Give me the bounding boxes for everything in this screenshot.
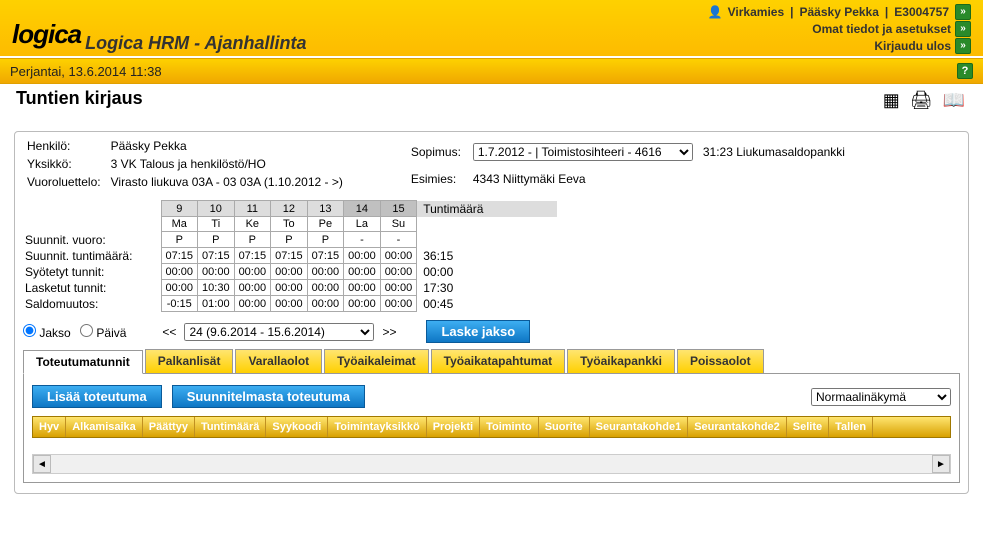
tab-poissaolot[interactable]: Poissaolot bbox=[677, 349, 764, 373]
person-label: Henkilö: bbox=[23, 138, 105, 154]
book-icon[interactable]: 📖 bbox=[943, 90, 965, 111]
tab-panel: Lisää toteutuma Suunnitelmasta toteutuma… bbox=[23, 373, 960, 483]
user-icon: 👤 bbox=[708, 5, 722, 19]
logout-link[interactable]: Kirjaudu ulos bbox=[874, 39, 951, 53]
col-selite[interactable]: Selite bbox=[787, 417, 829, 437]
col-tallen[interactable]: Tallen bbox=[829, 417, 873, 437]
page-title: Tuntien kirjaus bbox=[16, 84, 143, 117]
person-value: Pääsky Pekka bbox=[107, 138, 347, 154]
col-toiminto[interactable]: Toiminto bbox=[480, 417, 539, 437]
week-grid: 9 10 11 12 13 14 15 Tuntimäärä Ma Ti Ke … bbox=[21, 200, 962, 312]
tabs: Toteutumatunnit Palkanlisät Varallaolot … bbox=[23, 349, 960, 374]
info-mid: Sopimus: 1.7.2012 - | Toimistosihteeri -… bbox=[405, 136, 851, 192]
period-select[interactable]: 24 (9.6.2014 - 15.6.2014) bbox=[184, 323, 374, 341]
col-hyv[interactable]: Hyv bbox=[33, 417, 66, 437]
day-14[interactable]: 14 bbox=[344, 201, 381, 217]
balance-label: Saldomuutos: bbox=[21, 296, 161, 312]
settings-link[interactable]: Omat tiedot ja asetukset bbox=[812, 22, 951, 36]
logout-forward-icon[interactable]: » bbox=[955, 38, 971, 54]
col-seurantakohde1[interactable]: Seurantakohde1 bbox=[590, 417, 689, 437]
unit-value: 3 VK Talous ja henkilöstö/HO bbox=[107, 156, 347, 172]
header-right: 👤 Virkamies | Pääsky Pekka | E3004757 » … bbox=[708, 4, 971, 54]
day-9[interactable]: 9 bbox=[161, 201, 198, 217]
supervisor-label: Esimies: bbox=[407, 168, 467, 190]
tab-tyoaikapankki[interactable]: Työaikapankki bbox=[567, 349, 675, 373]
period-prev-button[interactable]: << bbox=[160, 325, 178, 339]
main-card: Henkilö:Pääsky Pekka Yksikkö:3 VK Talous… bbox=[14, 131, 969, 494]
column-headers: Hyv Alkamisaika Päättyy Tuntimäärä Syyko… bbox=[32, 416, 951, 438]
day-10[interactable]: 10 bbox=[198, 201, 235, 217]
scroll-left-icon[interactable]: ◄ bbox=[33, 455, 51, 473]
contract-label: Sopimus: bbox=[407, 138, 467, 166]
balance-info: 31:23 Liukumasaldopankki bbox=[699, 138, 849, 166]
settings-forward-icon[interactable]: » bbox=[955, 21, 971, 37]
col-seurantakohde2[interactable]: Seurantakohde2 bbox=[688, 417, 787, 437]
supervisor-value: 4343 Niittymäki Eeva bbox=[469, 168, 697, 190]
day-12[interactable]: 12 bbox=[271, 201, 308, 217]
col-toimintayksikko[interactable]: Toimintayksikkö bbox=[328, 417, 426, 437]
paiva-label[interactable]: Päivä bbox=[96, 326, 126, 340]
period-radio-paiva[interactable] bbox=[80, 324, 93, 337]
col-paattyy[interactable]: Päättyy bbox=[143, 417, 195, 437]
from-plan-button[interactable]: Suunnitelmasta toteutuma bbox=[172, 385, 365, 408]
scroll-right-icon[interactable]: ► bbox=[932, 455, 950, 473]
planned-hours-label: Suunnit. tuntimäärä: bbox=[21, 248, 161, 264]
tab-tyoaikaleimat[interactable]: Työaikaleimat bbox=[324, 349, 428, 373]
col-suorite[interactable]: Suorite bbox=[539, 417, 590, 437]
user-name: Pääsky Pekka bbox=[800, 5, 879, 19]
calculated-label: Lasketut tunnit: bbox=[21, 280, 161, 296]
unit-label: Yksikkö: bbox=[23, 156, 105, 172]
jakso-label[interactable]: Jakso bbox=[39, 326, 70, 340]
print-icon[interactable]: 🖨 bbox=[910, 90, 933, 111]
user-forward-icon[interactable]: » bbox=[955, 4, 971, 20]
logo: logica bbox=[4, 15, 89, 54]
tab-palkanlisat[interactable]: Palkanlisät bbox=[145, 349, 234, 373]
entered-label: Syötetyt tunnit: bbox=[21, 264, 161, 280]
col-projekti[interactable]: Projekti bbox=[427, 417, 480, 437]
roster-label: Vuoroluettelo: bbox=[23, 174, 105, 190]
roster-value: Virasto liukuva 03A - 03 03A (1.10.2012 … bbox=[107, 174, 347, 190]
day-15[interactable]: 15 bbox=[380, 201, 417, 217]
col-tuntimaara[interactable]: Tuntimäärä bbox=[195, 417, 266, 437]
horizontal-scrollbar[interactable]: ◄ ► bbox=[32, 454, 951, 474]
info-left: Henkilö:Pääsky Pekka Yksikkö:3 VK Talous… bbox=[21, 136, 349, 192]
app-title: Logica HRM - Ajanhallinta bbox=[85, 19, 306, 54]
planned-shift-label: Suunnit. vuoro: bbox=[21, 232, 161, 248]
date-text: Perjantai, 13.6.2014 11:38 bbox=[10, 64, 162, 79]
day-13[interactable]: 13 bbox=[307, 201, 344, 217]
period-next-button[interactable]: >> bbox=[380, 325, 398, 339]
period-radio-jakso[interactable] bbox=[23, 324, 36, 337]
calculate-period-button[interactable]: Laske jakso bbox=[426, 320, 530, 343]
tab-toteutumatunnit[interactable]: Toteutumatunnit bbox=[23, 350, 143, 374]
day-11[interactable]: 11 bbox=[234, 201, 271, 217]
user-role: Virkamies bbox=[728, 5, 785, 19]
date-bar: Perjantai, 13.6.2014 11:38 ? bbox=[0, 58, 983, 84]
header: logica Logica HRM - Ajanhallinta 👤 Virka… bbox=[0, 0, 983, 56]
contract-select[interactable]: 1.7.2012 - | Toimistosihteeri - 4616 bbox=[473, 143, 693, 161]
user-code: E3004757 bbox=[894, 5, 949, 19]
add-actual-button[interactable]: Lisää toteutuma bbox=[32, 385, 162, 408]
col-alkamisaika[interactable]: Alkamisaika bbox=[66, 417, 143, 437]
help-button[interactable]: ? bbox=[957, 63, 973, 79]
totals-label: Tuntimäärä bbox=[417, 201, 557, 217]
grid-icon[interactable]: ▦ bbox=[883, 90, 900, 111]
tab-tyoaikatapahtumat[interactable]: Työaikatapahtumat bbox=[431, 349, 565, 373]
tab-varallaolot[interactable]: Varallaolot bbox=[235, 349, 322, 373]
col-syykoodi[interactable]: Syykoodi bbox=[266, 417, 328, 437]
view-select[interactable]: Normaalinäkymä bbox=[811, 388, 951, 406]
